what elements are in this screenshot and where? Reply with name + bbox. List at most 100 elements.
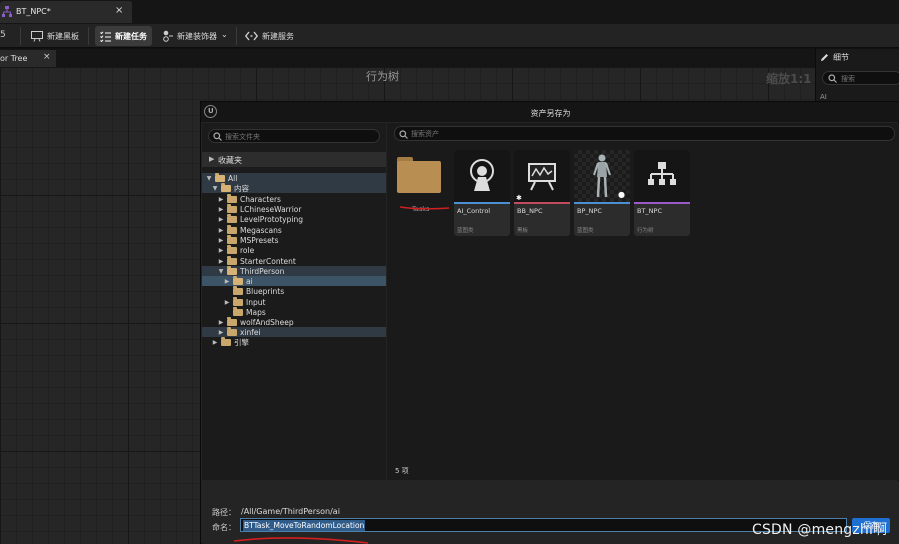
- task-list-icon: [100, 30, 111, 42]
- toolbar-number: 5: [0, 30, 6, 40]
- asset-name: AI_Control: [457, 207, 491, 215]
- person-badge-icon: ●: [618, 190, 625, 199]
- folder-icon: [227, 255, 237, 265]
- folder-icon: [227, 193, 237, 203]
- close-icon[interactable]: ×: [43, 52, 51, 62]
- toolbar-divider: [88, 27, 89, 45]
- details-search-input[interactable]: 搜索: [822, 71, 899, 85]
- search-icon: [828, 74, 837, 83]
- tree-item-all[interactable]: ▼ All: [202, 172, 386, 183]
- tree-item[interactable]: ▶ LevelPrototyping: [202, 213, 386, 224]
- folder-open-icon: [227, 265, 237, 275]
- folder-search-placeholder: 搜索文件夹: [225, 133, 260, 141]
- details-search-placeholder: 搜索: [841, 75, 855, 83]
- toolbar-divider: [236, 27, 237, 45]
- document-tab[interactable]: BT_NPC* ×: [0, 1, 132, 23]
- character-mannequin-icon: [593, 154, 611, 198]
- asset-tile-bt-npc[interactable]: BT_NPC 行为树: [634, 150, 690, 236]
- search-icon: [399, 130, 408, 139]
- tree-item[interactable]: ▶ Characters: [202, 193, 386, 204]
- details-category-ai[interactable]: AI: [820, 93, 827, 101]
- favorites-section[interactable]: ▶ 收藏夹: [202, 152, 386, 167]
- new-decorator-label: 新建装饰器: [177, 31, 217, 41]
- dialog-header: U 资产另存为: [201, 102, 899, 122]
- dialog-title: 资产另存为: [530, 109, 571, 118]
- expand-arrow-icon: ▶: [209, 155, 215, 163]
- asset-view-pane: 搜索资产 Tasks AI_Control 蓝图类 ✱ BB_NPC 黑板 ● …: [387, 123, 899, 480]
- folder-open-icon: [233, 275, 243, 285]
- document-tab-label: BT_NPC*: [16, 7, 51, 16]
- tree-item-content[interactable]: ▼ 内容: [202, 182, 386, 193]
- folder-open-icon: [221, 182, 231, 192]
- tree-item[interactable]: ▶ Input: [202, 296, 386, 307]
- new-decorator-button[interactable]: 新建装饰器 ⌄: [158, 26, 233, 46]
- asset-tile-bp-npc[interactable]: ● BP_NPC 蓝图类: [574, 150, 630, 236]
- pencil-icon: [821, 54, 828, 61]
- asset-search-input[interactable]: 搜索资产: [394, 126, 895, 141]
- folder-icon: [227, 234, 237, 244]
- tree-item-engine[interactable]: ▶ 引擎: [202, 336, 386, 347]
- asset-type: 蓝图类: [457, 228, 474, 234]
- folder-icon: [221, 336, 231, 346]
- new-blackboard-label: 新建黑板: [47, 31, 79, 41]
- star-icon: ✱: [516, 194, 522, 202]
- tree-item-thirdperson[interactable]: ▼ ThirdPerson: [202, 265, 386, 276]
- folder-icon: [227, 316, 237, 326]
- details-title: 细节: [833, 53, 849, 62]
- graph-tab-label: or Tree: [0, 54, 28, 63]
- chevron-down-icon: ⌄: [221, 29, 228, 39]
- title-bar: BT_NPC* ×: [0, 0, 899, 24]
- asset-name-value: BTTask_MoveToRandomLocation: [243, 520, 366, 531]
- zoom-label: 缩放1:1: [766, 72, 812, 86]
- tree-item[interactable]: Maps: [202, 306, 386, 317]
- asset-type: 行为树: [637, 228, 654, 234]
- annotation-underline: [399, 206, 450, 210]
- folder-open-icon: [215, 172, 225, 182]
- path-label: 路径：: [212, 508, 236, 517]
- blackboard-asset-icon: [528, 163, 556, 191]
- folder-icon: [227, 203, 237, 213]
- folder-search-input[interactable]: 搜索文件夹: [208, 129, 380, 143]
- toolbar-divider: [20, 27, 21, 45]
- annotation-underline: [233, 537, 369, 544]
- tree-item[interactable]: ▶ Megascans: [202, 224, 386, 235]
- toolbar: 5 新建黑板 新建任务 新建装饰器 ⌄ 新建服务: [0, 24, 899, 48]
- close-icon[interactable]: ×: [115, 5, 123, 16]
- asset-tile-ai-control[interactable]: AI_Control 蓝图类: [454, 150, 510, 236]
- ai-controller-icon: [470, 159, 494, 191]
- folder-icon: [227, 244, 237, 254]
- folder-icon: [233, 285, 243, 295]
- details-header: 细节: [820, 52, 849, 63]
- asset-name: BP_NPC: [577, 207, 602, 215]
- asset-name: BB_NPC: [517, 207, 543, 215]
- folder-icon: [233, 306, 243, 316]
- folder-icon: [227, 224, 237, 234]
- path-value: /All/Game/ThirdPerson/ai: [241, 507, 340, 516]
- tree-item[interactable]: ▶ wolfAndSheep: [202, 316, 386, 327]
- folder-tree-pane: 搜索文件夹 ▶ 收藏夹 ▼ All ▼ 内容 ▶ Characters ▶ LChine…: [202, 123, 386, 480]
- save-asset-as-dialog: U 资产另存为 搜索文件夹 ▶ 收藏夹 ▼ All ▼ 内容 ▶ Characters…: [200, 101, 899, 544]
- tree-item[interactable]: Blueprints: [202, 285, 386, 296]
- csdn-watermark: CSDN @mengzhi啊: [752, 522, 888, 538]
- blackboard-icon: [31, 30, 43, 42]
- tree-item[interactable]: ▶ StarterContent: [202, 255, 386, 266]
- folder-icon: [227, 326, 237, 336]
- tree-item[interactable]: ▶ MSPresets: [202, 234, 386, 245]
- behavior-tree-graph-tab[interactable]: or Tree ×: [0, 50, 56, 67]
- new-blackboard-button[interactable]: 新建黑板: [26, 26, 84, 46]
- behavior-tree-asset-icon: [648, 162, 676, 185]
- folder-icon: [227, 213, 237, 223]
- tree-item-ai-selected[interactable]: ▶ ai: [202, 275, 386, 286]
- folder-icon: [233, 296, 243, 306]
- tree-item[interactable]: ▶ xinfei: [202, 326, 386, 337]
- tree-item[interactable]: ▶ LChineseWarrior: [202, 203, 386, 214]
- service-icon: [245, 31, 258, 41]
- favorites-label: 收藏夹: [218, 156, 242, 165]
- new-service-button[interactable]: 新建服务: [240, 26, 299, 46]
- asset-tile-bb-npc[interactable]: ✱ BB_NPC 黑板: [514, 150, 570, 236]
- asset-type: 黑板: [517, 228, 529, 234]
- tree-item[interactable]: ▶ role: [202, 244, 386, 255]
- asset-search-placeholder: 搜索资产: [411, 130, 439, 138]
- asset-name: BT_NPC: [637, 207, 663, 215]
- new-task-button[interactable]: 新建任务: [95, 26, 152, 46]
